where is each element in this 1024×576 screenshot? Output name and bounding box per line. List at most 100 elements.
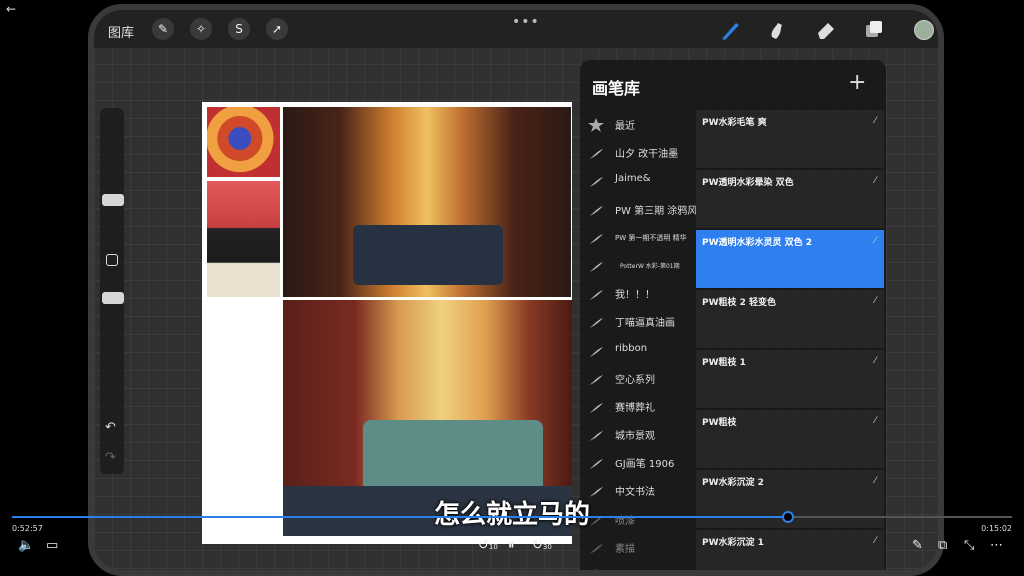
brush-name: PW水彩沉淀 1 (702, 538, 764, 548)
brush-set-item[interactable]: 丁喵逼真油画 (580, 307, 692, 335)
brush-item[interactable]: PW粗枝 2 轻变色 ⁄ (696, 290, 884, 348)
skip-forward-30-button[interactable]: ↻30 (532, 538, 552, 555)
brush-stroke-icon (588, 540, 604, 554)
brush-stroke-preview-icon: ⁄ (874, 476, 876, 486)
more-icon[interactable]: ⋯ (990, 538, 1003, 554)
brush-name: PW粗枝 1 (702, 358, 746, 368)
brush-stroke-preview-icon: ⁄ (874, 116, 876, 126)
selection-icon[interactable]: S (228, 18, 250, 40)
brush-item[interactable]: PW粗枝 ⁄ (696, 410, 884, 468)
brush-item[interactable]: PW水彩毛笔 爽 ⁄ (696, 110, 884, 168)
brush-stroke-preview-icon: ⁄ (874, 236, 876, 246)
brush-set-label: 素描 (615, 543, 635, 555)
brush-stroke-icon (588, 371, 604, 385)
magic-wand-icon[interactable]: ✧ (190, 18, 212, 40)
brush-name: PW透明水彩水灵灵 双色 2 (702, 238, 813, 248)
opacity-slider[interactable] (102, 292, 124, 304)
brush-stroke-icon (588, 399, 604, 413)
layers-icon[interactable] (862, 19, 886, 41)
wrench-icon[interactable]: ✎ (152, 18, 174, 40)
brush-name: PW透明水彩晕染 双色 (702, 178, 794, 188)
brush-stroke-preview-icon: ⁄ (874, 416, 876, 426)
brush-name: PW水彩沉淀 2 (702, 478, 764, 488)
brush-name: PW粗枝 2 轻变色 (702, 298, 777, 308)
brush-set-item[interactable]: PW 第一期不透明 精华 (580, 223, 692, 251)
current-time: 0:52:57 (12, 524, 43, 533)
top-toolbar: 图库 ✎ ✧ S ➚ ••• (94, 10, 938, 48)
brush-library-title: 画笔库 (592, 79, 641, 98)
skip-back-10-button[interactable]: ↺10 (478, 538, 498, 555)
brush-set-label: 赛博葬礼 (615, 402, 655, 414)
brush-set-item[interactable]: 城市景观 (580, 420, 692, 448)
brush-set-label: 空心系列 (615, 374, 655, 386)
brush-stroke-preview-icon: ⁄ (874, 356, 876, 366)
brush-item[interactable]: PW粗枝 1 ⁄ (696, 350, 884, 408)
brush-set-item[interactable]: 着墨 (580, 561, 692, 570)
brush-size-slider[interactable] (102, 194, 124, 206)
reference-painting-2 (207, 181, 280, 297)
ink-drop-icon (588, 568, 604, 570)
brush-set-item[interactable]: PotterW 水彩-第01期 (580, 251, 692, 279)
video-progress-bar[interactable] (12, 511, 1012, 523)
brush-set-item[interactable]: PW 第三期 涂鸦风 (580, 195, 697, 223)
brush-item[interactable]: PW透明水彩水灵灵 双色 2 ⁄ (696, 230, 884, 288)
artwork-canvas[interactable] (202, 102, 572, 544)
undo-icon[interactable]: ↶ (105, 420, 116, 435)
brush-stroke-icon (588, 343, 604, 357)
reference-photo-bar (283, 107, 571, 297)
brush-set-label: 城市景观 (615, 431, 655, 443)
brush-set-item[interactable]: 我！！！ (580, 279, 692, 307)
brush-set-label: PotterW 水彩-第01期 (620, 262, 680, 270)
gallery-button[interactable]: 图库 (108, 22, 134, 41)
more-options-icon[interactable]: ••• (512, 14, 540, 30)
brush-set-label: 我！！！ (615, 290, 655, 302)
picture-in-picture-icon[interactable]: ⧉ (938, 538, 947, 554)
brush-stroke-icon (588, 202, 604, 216)
eraser-tool-icon[interactable] (814, 19, 838, 41)
transform-arrow-icon[interactable]: ➚ (266, 18, 288, 40)
redo-icon[interactable]: ↷ (105, 450, 116, 465)
smudge-tool-icon[interactable] (766, 19, 790, 41)
subtitles-icon[interactable]: ▭ (46, 538, 58, 554)
brush-set-label: Jaime& (615, 173, 651, 185)
back-arrow-icon[interactable]: ← (6, 2, 16, 16)
brush-stroke-preview-icon: ⁄ (874, 536, 876, 546)
brush-set-item[interactable]: 赛博葬礼 (580, 392, 692, 420)
video-subtitle: 怎么就立马的 (433, 500, 590, 530)
modify-button-icon[interactable] (106, 254, 118, 266)
brush-set-label: PW 第一期不透明 精华 (615, 233, 687, 242)
brush-stroke-icon (588, 286, 604, 301)
skip-back-label: 10 (488, 543, 498, 551)
brush-set-item[interactable]: 最近 (580, 110, 692, 138)
brush-stroke-icon (588, 455, 604, 470)
brush-set-item[interactable]: 山夕 改干油墨 (580, 138, 692, 166)
brush-tool-icon[interactable] (718, 19, 742, 41)
color-picker-swatch[interactable] (914, 20, 934, 40)
exit-fullscreen-icon[interactable]: ⤡ (964, 538, 974, 554)
brush-set-item[interactable]: 素描 (580, 533, 692, 561)
brush-set-label: PW 第三期 涂鸦风 (615, 205, 698, 217)
brush-item[interactable]: PW透明水彩晕染 双色 ⁄ (696, 170, 884, 228)
brush-stroke-icon (588, 314, 604, 329)
star-icon (588, 117, 604, 132)
brush-stroke-icon (588, 173, 604, 188)
brush-set-item[interactable]: Jaime& (580, 166, 692, 194)
ipad-screen: 图库 ✎ ✧ S ➚ ••• ↶ ↷ 画笔库 + 最近 山夕 改干油墨 Jaim… (88, 4, 944, 576)
brush-item[interactable]: PW水彩沉淀 1 ⁄ (696, 530, 884, 570)
add-brush-set-button[interactable]: + (848, 70, 866, 95)
brush-stroke-icon (588, 258, 604, 272)
pause-button[interactable]: ⏸ (508, 538, 515, 554)
edit-icon[interactable]: ✎ (912, 538, 923, 554)
brush-set-item[interactable]: ribbon (580, 336, 692, 364)
brush-stroke-icon (588, 427, 604, 442)
reference-painting-1 (207, 107, 280, 177)
brush-name: PW水彩毛笔 爽 (702, 118, 767, 128)
brush-set-label: ribbon (615, 342, 648, 354)
volume-icon[interactable]: 🔈 (18, 538, 34, 554)
total-time: 0:15:02 (981, 524, 1012, 533)
progress-thumb[interactable] (782, 511, 794, 523)
brush-set-item[interactable]: 空心系列 (580, 364, 692, 392)
skip-forward-label: 30 (542, 543, 552, 551)
brush-stroke-preview-icon: ⁄ (874, 176, 876, 186)
brush-set-item[interactable]: GJ画笔 1906 (580, 448, 692, 476)
